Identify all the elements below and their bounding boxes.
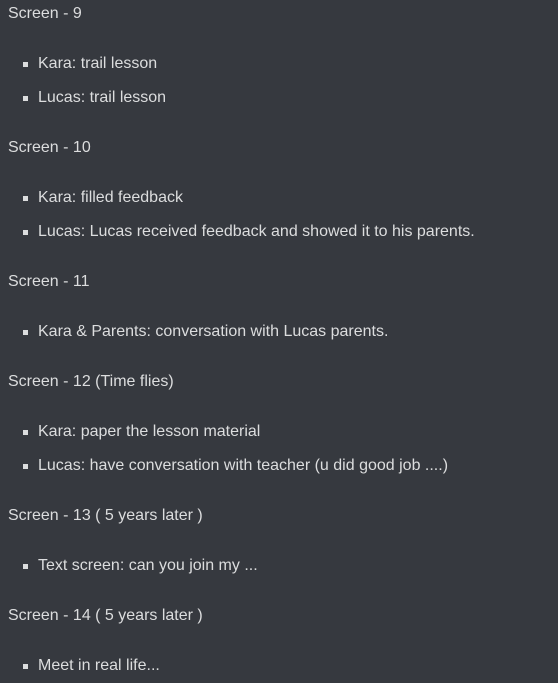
- section-heading: Screen - 14 ( 5 years later ): [8, 607, 203, 624]
- bullet-square-icon: [23, 62, 28, 67]
- section-heading: Screen - 13 ( 5 years later ): [8, 507, 203, 524]
- bullet-square-icon: [23, 96, 28, 101]
- bullet-square-icon: [23, 330, 28, 335]
- list-item-text: Lucas: Lucas received feedback and showe…: [38, 223, 475, 240]
- section-heading: Screen - 10: [8, 139, 91, 156]
- list-item-text: Kara: paper the lesson material: [38, 423, 261, 440]
- list-item-text: Meet in real life...: [38, 657, 160, 674]
- list-item-text: Lucas: have conversation with teacher (u…: [38, 457, 449, 474]
- bullet-square-icon: [23, 464, 28, 469]
- section-heading: Screen - 11: [8, 273, 90, 290]
- section-heading: Screen - 9: [8, 5, 82, 22]
- bullet-square-icon: [23, 664, 28, 669]
- list-item-text: Text screen: can you join my ...: [38, 557, 258, 574]
- list-item-text: Lucas: trail lesson: [38, 89, 167, 106]
- bullet-square-icon: [23, 430, 28, 435]
- list-item-text: Kara: filled feedback: [38, 189, 183, 206]
- bullet-square-icon: [23, 230, 28, 235]
- bullet-square-icon: [23, 196, 28, 201]
- list-item-text: Kara: trail lesson: [38, 55, 158, 72]
- document-body: Screen - 9 Kara: trail lesson Lucas: tra…: [0, 0, 558, 683]
- bullet-square-icon: [23, 564, 28, 569]
- section-heading: Screen - 12 (Time flies): [8, 373, 174, 390]
- list-item-text: Kara & Parents: conversation with Lucas …: [38, 323, 389, 340]
